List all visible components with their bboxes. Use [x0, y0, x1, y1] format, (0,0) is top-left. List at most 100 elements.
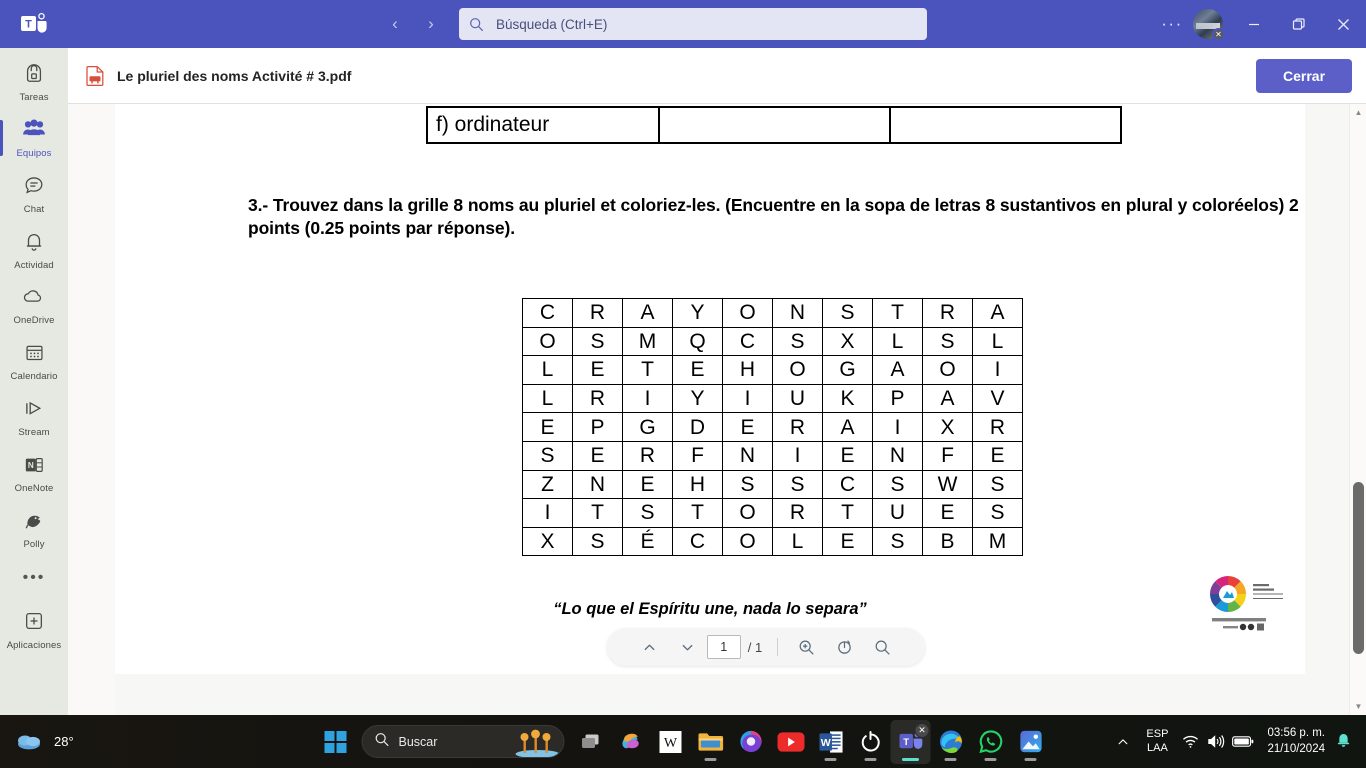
next-page-button[interactable]	[669, 632, 707, 662]
word-search-cell[interactable]: H	[672, 469, 723, 500]
word-search-cell[interactable]: A	[922, 383, 973, 414]
word-search-cell[interactable]: S	[572, 526, 623, 557]
word-search-cell[interactable]: L	[522, 355, 573, 385]
clock[interactable]: 03:56 p. m. 21/10/2024	[1267, 726, 1325, 757]
word-search-cell[interactable]: E	[972, 440, 1023, 471]
word-search-cell[interactable]: S	[622, 498, 673, 528]
word-search-cell[interactable]: S	[722, 469, 773, 500]
rail-more-button[interactable]: •••	[0, 558, 68, 598]
app-close-badge[interactable]: ✕	[914, 722, 930, 738]
word-search-cell[interactable]: C	[672, 526, 723, 557]
word-search-cell[interactable]: A	[822, 412, 873, 442]
viewer-scrollbar[interactable]: ▲ ▼	[1349, 104, 1366, 715]
taskbar-app-file-explorer[interactable]	[691, 720, 731, 764]
word-search-cell[interactable]: U	[772, 383, 823, 414]
word-search-cell[interactable]: N	[572, 469, 623, 500]
minimize-button[interactable]	[1231, 0, 1276, 48]
word-search-cell[interactable]: I	[772, 440, 823, 471]
taskbar-app-ring[interactable]	[851, 720, 891, 764]
word-search-cell[interactable]: U	[872, 498, 923, 528]
word-search-cell[interactable]: F	[672, 440, 723, 471]
word-search-cell[interactable]: S	[772, 326, 823, 357]
word-search-cell[interactable]: R	[922, 298, 973, 328]
word-search-cell[interactable]: O	[722, 526, 773, 557]
task-view-button[interactable]	[571, 720, 611, 764]
notification-bell-icon[interactable]	[1335, 730, 1352, 753]
word-search-cell[interactable]: N	[872, 440, 923, 471]
word-search-cell[interactable]: K	[822, 383, 873, 414]
word-search-cell[interactable]: S	[522, 440, 573, 471]
word-search-cell[interactable]: C	[822, 469, 873, 500]
battery-icon[interactable]	[1229, 735, 1257, 748]
word-search-cell[interactable]: S	[772, 469, 823, 500]
word-search-cell[interactable]: Z	[522, 469, 573, 500]
word-search-cell[interactable]: A	[872, 355, 923, 385]
taskbar-app-microsoft365[interactable]	[731, 720, 771, 764]
word-search-cell[interactable]: O	[922, 355, 973, 385]
word-search-cell[interactable]: E	[822, 440, 873, 471]
taskbar-app-copilot[interactable]	[611, 720, 651, 764]
word-search-cell[interactable]: I	[972, 355, 1023, 385]
language-indicator[interactable]: ESP LAA	[1146, 728, 1168, 755]
word-search-cell[interactable]: A	[972, 298, 1023, 328]
rail-item-chat[interactable]: Chat	[0, 166, 68, 222]
volume-icon[interactable]	[1203, 734, 1229, 749]
wifi-icon[interactable]	[1177, 734, 1203, 749]
word-search-cell[interactable]: Y	[672, 383, 723, 414]
back-button[interactable]: ‹	[380, 9, 410, 39]
word-search-cell[interactable]: W	[922, 469, 973, 500]
find-button[interactable]	[863, 632, 901, 662]
close-file-button[interactable]: Cerrar	[1256, 59, 1352, 93]
word-search-cell[interactable]: D	[672, 412, 723, 442]
word-search-cell[interactable]: V	[972, 383, 1023, 414]
forward-button[interactable]: ›	[416, 9, 446, 39]
table-cell-answer-2[interactable]	[889, 106, 1122, 144]
word-search-cell[interactable]: C	[722, 326, 773, 357]
word-search-cell[interactable]: S	[972, 469, 1023, 500]
start-button[interactable]	[316, 720, 356, 764]
word-search-cell[interactable]: L	[972, 326, 1023, 357]
maximize-button[interactable]	[1276, 0, 1321, 48]
word-search-cell[interactable]: I	[522, 498, 573, 528]
word-search-cell[interactable]: É	[622, 526, 673, 557]
word-search-cell[interactable]: F	[922, 440, 973, 471]
tray-expand-button[interactable]	[1109, 736, 1137, 748]
more-options-button[interactable]: ···	[1155, 7, 1189, 41]
word-search-cell[interactable]: R	[572, 298, 623, 328]
taskbar-app-word[interactable]: W	[811, 720, 851, 764]
word-search-cell[interactable]: O	[722, 298, 773, 328]
word-search-cell[interactable]: G	[822, 355, 873, 385]
word-search-cell[interactable]: R	[622, 440, 673, 471]
rail-item-onedrive[interactable]: OneDrive	[0, 278, 68, 334]
word-search-cell[interactable]: T	[872, 298, 923, 328]
word-search-cell[interactable]: E	[522, 412, 573, 442]
word-search-cell[interactable]: B	[922, 526, 973, 557]
word-search-cell[interactable]: P	[872, 383, 923, 414]
word-search-cell[interactable]: I	[722, 383, 773, 414]
word-search-cell[interactable]: T	[672, 498, 723, 528]
page-number-input[interactable]	[706, 635, 741, 659]
word-search-cell[interactable]: E	[672, 355, 723, 385]
scroll-up-button[interactable]: ▲	[1350, 104, 1366, 121]
word-search-cell[interactable]: E	[572, 440, 623, 471]
word-search-cell[interactable]: X	[922, 412, 973, 442]
scroll-down-button[interactable]: ▼	[1350, 698, 1366, 715]
word-search-cell[interactable]: R	[572, 383, 623, 414]
word-search-cell[interactable]: P	[572, 412, 623, 442]
word-search-cell[interactable]: S	[872, 469, 923, 500]
word-search-cell[interactable]: E	[922, 498, 973, 528]
word-search-cell[interactable]: S	[572, 326, 623, 357]
word-search-cell[interactable]: M	[972, 526, 1023, 557]
rail-item-polly[interactable]: Polly	[0, 502, 68, 558]
word-search-cell[interactable]: L	[872, 326, 923, 357]
taskbar-app-whatsapp[interactable]	[971, 720, 1011, 764]
rotate-button[interactable]	[825, 632, 863, 662]
taskbar-app-youtube[interactable]	[771, 720, 811, 764]
zoom-in-button[interactable]	[787, 632, 825, 662]
rail-item-aplicaciones[interactable]: Aplicaciones	[0, 602, 68, 658]
word-search-cell[interactable]: A	[622, 298, 673, 328]
word-search-cell[interactable]: O	[522, 326, 573, 357]
taskbar-app-edge[interactable]	[931, 720, 971, 764]
word-search-cell[interactable]: R	[772, 498, 823, 528]
taskbar-app-teams[interactable]: T ✕	[890, 719, 931, 764]
